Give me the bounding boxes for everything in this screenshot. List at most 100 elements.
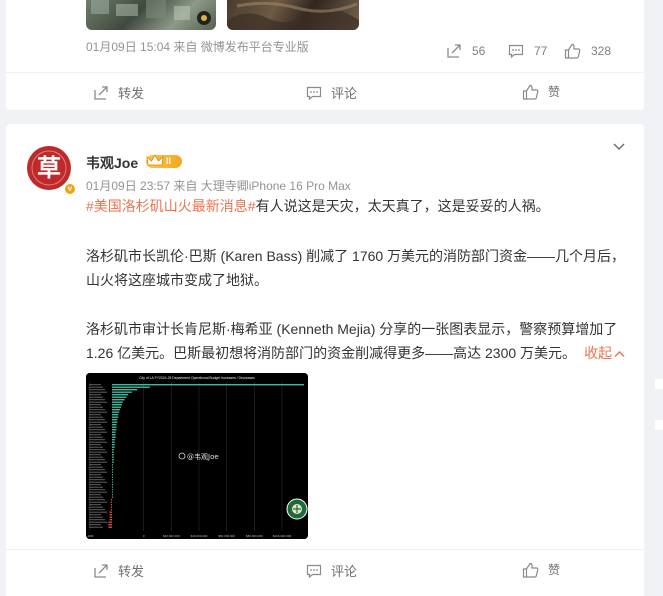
chart-row-label — [89, 486, 103, 488]
chart-tick-label: $100,000,000 — [273, 534, 292, 538]
comment-button[interactable]: 评论 — [306, 561, 357, 580]
chart-bar — [112, 424, 117, 426]
chart-row-label — [89, 424, 101, 426]
comment-button[interactable]: 评论 — [306, 83, 357, 102]
chart-bar — [112, 431, 116, 433]
chart-row-label — [89, 509, 105, 511]
chart-bar — [112, 411, 120, 413]
chart-row-label — [89, 511, 107, 513]
chart-row-label — [89, 506, 103, 508]
chart-bar — [112, 441, 115, 443]
chart-bar — [112, 454, 114, 456]
chart-bar — [112, 486, 113, 488]
chart-bar — [108, 526, 112, 528]
post-image-thumbnail[interactable] — [86, 0, 216, 30]
post-image-thumbnail[interactable] — [227, 0, 359, 30]
chart-bar — [112, 466, 113, 468]
chart-row-label — [89, 479, 105, 481]
chart-bar — [112, 384, 304, 386]
chart-bar — [112, 406, 121, 408]
like-button[interactable]: 赞 — [522, 561, 560, 578]
chart-bar — [112, 391, 132, 393]
chart-row-label — [89, 469, 105, 471]
like-button[interactable]: 赞 — [522, 83, 560, 100]
chart-bar — [112, 456, 114, 458]
collapse-link[interactable]: 收起 — [584, 345, 625, 361]
topic-link[interactable]: #美国洛杉矶山火最新消息# — [86, 198, 256, 214]
chart-row-label — [89, 429, 105, 431]
repost-button[interactable]: 转发 — [93, 83, 144, 102]
chart-bar — [112, 389, 138, 391]
chart-bar — [112, 409, 121, 411]
chart-bar — [108, 521, 112, 523]
chevron-down-icon[interactable] — [612, 142, 626, 152]
chart-tick-label: $20,000,000 — [163, 534, 180, 538]
chart-row-label — [89, 409, 105, 411]
chart-bar — [112, 459, 114, 461]
chart-row-label — [89, 449, 105, 451]
chart-row-label — [89, 451, 107, 453]
chart-bar — [112, 474, 113, 476]
chart-row-label — [89, 444, 101, 446]
like-count-button[interactable]: 328 — [564, 43, 611, 59]
chart-bar — [112, 404, 122, 406]
chart-bar — [112, 484, 113, 486]
chart-row-label — [89, 494, 101, 496]
post-card: 草 v 韦观Joe II 01月09日 23:57 来自 大理寺卿iPhone … — [6, 124, 644, 596]
chart-image-title: City of LA FY2024-25 Department Operatio… — [139, 376, 255, 380]
chart-row-label — [89, 396, 103, 398]
chart-tick-label: $80,000,000 — [246, 534, 263, 538]
comment-icon — [306, 564, 322, 578]
chart-bar — [112, 386, 150, 388]
seal-logo — [286, 498, 308, 520]
chart-row-label — [89, 386, 103, 388]
username-link[interactable]: 韦观Joe — [86, 153, 138, 173]
chart-row-label — [89, 484, 101, 486]
member-level-badge[interactable]: II — [146, 154, 182, 168]
chart-row-label — [89, 456, 103, 458]
chart-bar — [112, 439, 115, 441]
post-image-chart[interactable]: City of LA FY2024-25 Department Operatio… — [86, 373, 308, 539]
comment-count-button[interactable]: 77 — [508, 43, 547, 59]
post-text-paragraph: 洛杉矶市长凯伦·巴斯 (Karen Bass) 削减了 1760 万美元的消防部… — [86, 248, 626, 288]
chart-row-label — [89, 446, 103, 448]
repost-count-button[interactable]: 56 — [446, 43, 485, 59]
thumbs-up-icon — [522, 562, 539, 578]
chart-bar — [112, 394, 129, 396]
chevron-up-icon — [614, 351, 625, 357]
chart-row-label — [89, 419, 105, 421]
chart-row-label — [89, 514, 101, 516]
chart-bar — [112, 471, 113, 473]
chart-bar — [109, 514, 112, 516]
comment-label: 评论 — [331, 86, 358, 101]
thumbs-up-icon — [522, 84, 539, 100]
repost-count: 56 — [472, 44, 486, 58]
chart-bar — [112, 489, 113, 491]
share-icon — [447, 44, 461, 58]
chart-row-label — [89, 401, 107, 403]
chart-row-label — [89, 411, 107, 413]
share-icon — [94, 85, 108, 100]
chart-row-label — [89, 436, 103, 438]
repost-button[interactable]: 转发 — [93, 561, 144, 580]
chart-bar — [108, 524, 112, 526]
chart-row-label — [89, 414, 101, 416]
chart-row-label — [89, 471, 107, 473]
chart-bar — [110, 504, 112, 506]
comment-count: 77 — [534, 44, 548, 58]
chart-bar — [112, 429, 117, 431]
chart-bar — [112, 451, 114, 453]
chart-row-label — [89, 454, 101, 456]
chart-bar — [109, 511, 112, 513]
chart-row-label — [89, 524, 101, 526]
post-text: 洛杉矶市审计长肯尼斯·梅希亚 (Kenneth Mejia) 分享的一张图表显示… — [86, 321, 618, 361]
chart-row-label — [89, 466, 103, 468]
chart-row-label — [89, 441, 107, 443]
chart-row-label — [89, 399, 105, 401]
repost-label: 转发 — [118, 564, 145, 579]
chart-row-label — [89, 389, 105, 391]
chart-bar — [112, 434, 116, 436]
scrollbar-fragment — [655, 420, 663, 430]
avatar-glyph: 草 — [37, 153, 61, 182]
chart-row-label — [89, 394, 101, 396]
